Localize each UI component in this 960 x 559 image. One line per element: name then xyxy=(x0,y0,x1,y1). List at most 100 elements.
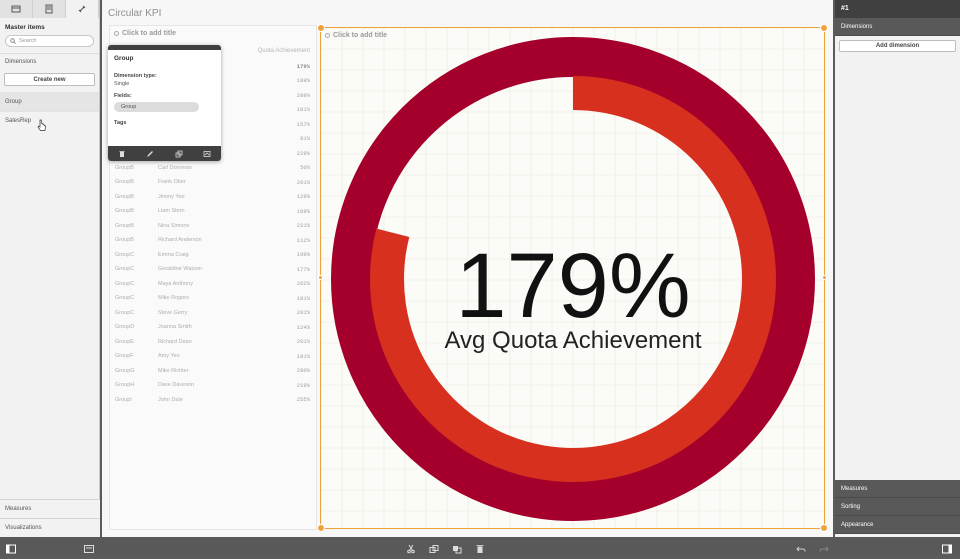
delete-icon[interactable] xyxy=(118,150,126,158)
mouse-cursor-icon xyxy=(37,119,46,131)
resize-handle-left[interactable] xyxy=(318,275,323,280)
tab-link[interactable] xyxy=(66,0,99,18)
sheet-title[interactable]: Circular KPI xyxy=(108,8,161,19)
duplicate-icon[interactable] xyxy=(175,150,183,158)
copy-icon[interactable] xyxy=(429,541,439,553)
table-cell-rep: Frank Ober xyxy=(158,179,186,186)
link-icon xyxy=(78,5,86,13)
redo-icon[interactable] xyxy=(819,541,829,552)
measures-section[interactable]: Measures xyxy=(0,499,100,518)
table-cell-value: 157% xyxy=(296,120,310,128)
resize-handle-top-right[interactable] xyxy=(820,24,828,32)
table-row[interactable]: GroupC Emma Craig 199% xyxy=(110,248,316,263)
notes-icon[interactable] xyxy=(84,541,94,553)
table-row[interactable]: GroupI John Dale 255% xyxy=(110,393,316,408)
undo-icon[interactable] xyxy=(796,541,806,552)
tab-fields[interactable] xyxy=(0,0,33,18)
dimensions-section[interactable]: Dimensions xyxy=(0,53,99,70)
table-cell-value: 112% xyxy=(296,236,310,244)
table-cell-group: GroupC xyxy=(115,251,135,258)
table-cell-group: GroupB xyxy=(115,237,134,244)
table-cell-group: GroupD xyxy=(115,324,135,331)
table-cell-value: 221% xyxy=(296,222,310,230)
table-row[interactable]: GroupE Richard Dean 201% xyxy=(110,335,316,350)
tab-master-items[interactable] xyxy=(33,0,66,18)
master-items-icon xyxy=(45,4,53,14)
trash-icon[interactable] xyxy=(475,541,485,553)
table-cell-value: 124% xyxy=(296,323,310,331)
cut-icon[interactable] xyxy=(406,541,416,554)
table-row[interactable]: GroupH Dave Daveson 219% xyxy=(110,378,316,393)
resize-handle-bottom-right[interactable] xyxy=(820,524,828,532)
dimension-popover: Group Dimension type: Single Fields: Gro… xyxy=(108,45,221,161)
table-row[interactable]: GroupB Jimmy Yeo 129% xyxy=(110,190,316,205)
table-row[interactable]: GroupC Maya Anthony 202% xyxy=(110,277,316,292)
table-title[interactable]: Click to add title xyxy=(114,30,176,37)
resize-handle-bottom-left[interactable] xyxy=(317,524,325,532)
tags-label: Tags xyxy=(114,120,127,126)
assets-tabs xyxy=(0,0,99,18)
toggle-right-panel-icon[interactable] xyxy=(942,541,952,554)
master-item-group[interactable]: Group xyxy=(0,92,99,111)
sorting-header[interactable]: Sorting xyxy=(835,498,960,516)
add-dimension-button[interactable]: Add dimension xyxy=(839,40,956,52)
table-cell-value: 289% xyxy=(296,91,310,99)
table-row[interactable]: GroupB Frank Ober 261% xyxy=(110,175,316,190)
table-row[interactable]: GroupC Steve Gerry 201% xyxy=(110,306,316,321)
table-cell-group: GroupC xyxy=(115,280,135,287)
table-row[interactable]: GroupF Amy Yeo 191% xyxy=(110,349,316,364)
dimensions-header[interactable]: Dimensions xyxy=(835,18,960,36)
table-row[interactable]: GroupB Carl Donovan 50% xyxy=(110,161,316,176)
kpi-caption: Avg Quota Achievement xyxy=(444,327,701,354)
table-row[interactable]: GroupB Liam Stern 189% xyxy=(110,204,316,219)
field-chip: Group xyxy=(114,102,199,112)
table-cell-rep: Geraldine Watson xyxy=(158,266,202,273)
visualizations-section[interactable]: Visualizations xyxy=(0,518,100,537)
popover-title: Group xyxy=(114,55,134,62)
table-cell-value: 229% xyxy=(296,149,310,157)
table-cell-group: GroupB xyxy=(115,179,134,186)
table-row[interactable]: GroupC Geraldine Watson 177% xyxy=(110,262,316,277)
table-cell-rep: Steve Gerry xyxy=(158,309,188,316)
table-row[interactable]: GroupC Mike Rogers 181% xyxy=(110,291,316,306)
table-cell-value: 189% xyxy=(296,207,310,215)
table-row[interactable]: GroupD Joanna Smith 124% xyxy=(110,320,316,335)
table-cell-rep: Mike Richter xyxy=(158,367,189,374)
table-cell-value: 189% xyxy=(296,77,310,85)
resize-handle-right[interactable] xyxy=(822,275,827,280)
table-cell-group: GroupB xyxy=(115,222,134,229)
search-input[interactable]: Search xyxy=(5,35,94,47)
total-value: 179% xyxy=(296,62,310,70)
table-cell-group: GroupC xyxy=(115,266,135,273)
appearance-header[interactable]: Appearance xyxy=(835,516,960,534)
dimension-type-value: Single xyxy=(114,81,130,87)
measures-header[interactable]: Measures xyxy=(835,480,960,498)
paste-icon[interactable] xyxy=(452,541,462,554)
table-cell-rep: Dave Daveson xyxy=(158,382,195,389)
app-frame: Master items Search Dimensions Create ne… xyxy=(0,0,960,555)
table-cell-value: 255% xyxy=(296,396,310,404)
table-cell-value: 50% xyxy=(300,164,310,172)
properties-panel: #1 Dimensions Add dimension Measures Sor… xyxy=(835,0,960,537)
create-new-button[interactable]: Create new xyxy=(4,73,95,86)
table-row[interactable]: GroupB Richard Anderson 112% xyxy=(110,233,316,248)
table-cell-rep: Mike Rogers xyxy=(158,295,189,302)
table-cell-group: GroupH xyxy=(115,382,135,389)
edit-icon[interactable] xyxy=(146,150,154,158)
table-cell-rep: Richard Anderson xyxy=(158,237,202,244)
preview-icon[interactable] xyxy=(203,150,211,158)
master-item-salesrep[interactable]: SalesRep xyxy=(0,111,99,130)
resize-handle-top-left[interactable] xyxy=(317,24,325,32)
kpi-object[interactable]: Click to add title 179% Avg Quota Achiev… xyxy=(317,24,828,532)
kpi-gauge: 179% Avg Quota Achievement xyxy=(331,37,815,521)
table-cell-value: 177% xyxy=(296,265,310,273)
table-cell-rep: Joanna Smith xyxy=(158,324,192,331)
kpi-value: 179% xyxy=(455,235,690,337)
toggle-left-panel-icon[interactable] xyxy=(6,541,16,554)
table-row[interactable]: GroupB Nina Simone 221% xyxy=(110,219,316,234)
properties-header: #1 xyxy=(835,0,960,18)
assets-panel: Master items Search Dimensions Create ne… xyxy=(0,0,100,537)
fields-icon xyxy=(11,5,21,13)
table-cell-group: GroupG xyxy=(115,367,135,374)
table-row[interactable]: GroupG Mike Richter 280% xyxy=(110,364,316,379)
